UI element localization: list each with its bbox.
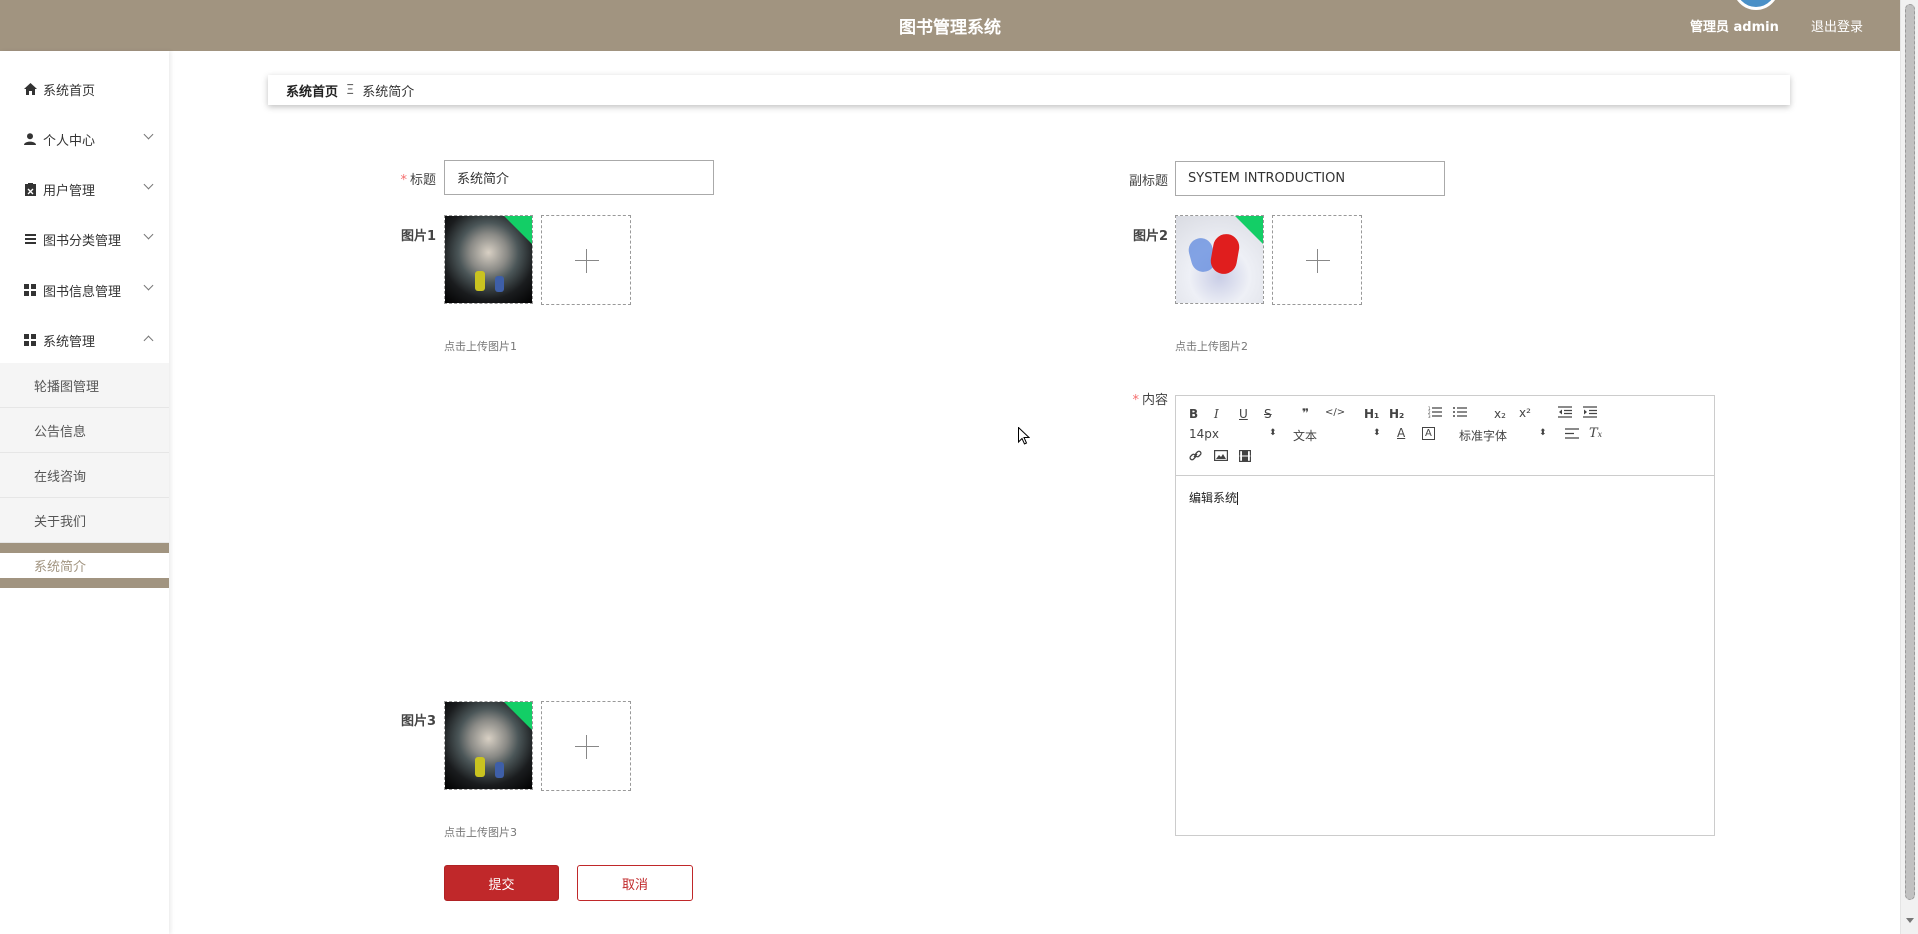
- title-input[interactable]: 系统简介: [444, 160, 714, 195]
- indent-icon[interactable]: [1583, 406, 1597, 421]
- font-color-icon[interactable]: A: [1397, 426, 1405, 440]
- list-bullet-icon[interactable]: [1453, 406, 1467, 421]
- grid-icon: [23, 283, 37, 297]
- align-left-icon[interactable]: [1565, 428, 1579, 442]
- submit-button[interactable]: 提交: [444, 865, 559, 901]
- person-icon: [23, 132, 37, 146]
- sub-item-label: 公告信息: [34, 424, 87, 440]
- avatar[interactable]: [1733, 0, 1779, 10]
- sidebar-sub-item-carousel[interactable]: 轮播图管理: [0, 363, 169, 408]
- current-user: 管理员 admin: [1690, 20, 1779, 35]
- superscript-button[interactable]: x²: [1519, 406, 1531, 420]
- italic-button[interactable]: I: [1214, 407, 1219, 421]
- subtitle-label: 副标题: [1128, 174, 1168, 189]
- breadcrumb-current: 系统简介: [362, 84, 415, 100]
- sidebar-sub-item-about[interactable]: 关于我们: [0, 498, 169, 543]
- pic3-label: 图片3: [400, 714, 436, 729]
- chevron-down-icon: [143, 129, 154, 140]
- page-scrollbar[interactable]: [1900, 0, 1918, 934]
- chevron-down-icon: [143, 229, 154, 240]
- blockquote-button[interactable]: ❞: [1302, 406, 1309, 420]
- chevron-down-icon: [143, 280, 154, 291]
- list-ordered-icon[interactable]: 123: [1428, 406, 1442, 421]
- select-caret-icon: ⬍: [1539, 428, 1547, 438]
- clipboard-icon: [23, 182, 37, 196]
- editor-toolbar: B I U S ❞ </> H₁ H₂ 123 x₂ x² 14px ⬍ 文本 …: [1176, 396, 1714, 476]
- image-icon[interactable]: [1214, 450, 1229, 464]
- select-caret-icon: ⬍: [1269, 428, 1277, 438]
- home-icon: [23, 82, 37, 96]
- sidebar-item-personal[interactable]: 个人中心: [0, 114, 169, 164]
- pic2-upload-button[interactable]: [1272, 215, 1362, 305]
- cancel-button[interactable]: 取消: [577, 865, 693, 901]
- clear-format-icon[interactable]: Tx: [1589, 426, 1602, 441]
- pic1-thumbnail[interactable]: [444, 215, 533, 304]
- outdent-icon[interactable]: [1558, 406, 1572, 421]
- list-icon: [23, 232, 37, 246]
- pic3-hint: 点击上传图片3: [444, 826, 517, 839]
- scrollbar-thumb[interactable]: [1905, 4, 1915, 900]
- bold-button[interactable]: B: [1189, 407, 1198, 421]
- sub-item-label: 在线咨询: [34, 469, 87, 485]
- sidebar-sub-item-intro[interactable]: 系统简介: [0, 543, 169, 588]
- pic2-label: 图片2: [1132, 229, 1168, 244]
- header2-button[interactable]: H₂: [1389, 407, 1404, 421]
- font-size-select[interactable]: 14px ⬍: [1189, 427, 1277, 441]
- sidebar: 系统首页 个人中心 用户管理 图书分类管理 图书信息管理 系统管理 轮播图管理 …: [0, 51, 169, 934]
- sidebar-item-label: 系统首页: [43, 83, 96, 99]
- svg-text:3: 3: [1428, 414, 1431, 418]
- mouse-pointer-icon: [1018, 427, 1030, 445]
- top-header: 图书管理系统 管理员 admin 退出登录: [0, 0, 1900, 51]
- subtitle-input[interactable]: SYSTEM INTRODUCTION: [1175, 161, 1445, 196]
- logout-link[interactable]: 退出登录: [1811, 16, 1863, 35]
- grid-icon: [23, 333, 37, 347]
- sidebar-item-label: 图书分类管理: [43, 233, 122, 249]
- sidebar-item-system[interactable]: 系统管理: [0, 315, 169, 365]
- pic2-thumbnail[interactable]: [1175, 215, 1264, 304]
- select-caret-icon: ⬍: [1373, 428, 1381, 438]
- sidebar-item-label: 用户管理: [43, 183, 96, 199]
- pic3-thumbnail[interactable]: [444, 701, 533, 790]
- chevron-down-icon: [143, 179, 154, 190]
- rich-text-editor[interactable]: B I U S ❞ </> H₁ H₂ 123 x₂ x² 14px ⬍ 文本 …: [1175, 395, 1715, 836]
- sidebar-item-label: 个人中心: [43, 133, 96, 149]
- subscript-button[interactable]: x₂: [1494, 407, 1506, 421]
- scroll-down-icon[interactable]: [1906, 918, 1914, 923]
- sidebar-item-book-info[interactable]: 图书信息管理: [0, 265, 169, 315]
- pic1-label: 图片1: [400, 229, 436, 244]
- link-icon[interactable]: [1189, 449, 1202, 465]
- sidebar-item-home[interactable]: 系统首页: [0, 64, 169, 114]
- strike-button[interactable]: S: [1264, 407, 1272, 421]
- underline-button[interactable]: U: [1239, 407, 1248, 421]
- content-label: * 内容: [1132, 393, 1168, 408]
- sub-item-label: 关于我们: [34, 514, 87, 530]
- sub-item-label: 轮播图管理: [34, 379, 100, 395]
- sidebar-item-label: 系统管理: [43, 334, 96, 350]
- code-block-button[interactable]: </>: [1325, 407, 1345, 418]
- header1-button[interactable]: H₁: [1364, 407, 1379, 421]
- breadcrumb-separator: Ξ: [346, 82, 355, 98]
- pic3-upload-button[interactable]: [541, 701, 631, 791]
- pic2-hint: 点击上传图片2: [1175, 340, 1248, 353]
- breadcrumb: 系统首页 Ξ 系统简介: [268, 75, 1790, 105]
- paragraph-select[interactable]: 文本 ⬍: [1293, 427, 1381, 444]
- font-family-select[interactable]: 标准字体 ⬍: [1459, 427, 1547, 444]
- sidebar-item-label: 图书信息管理: [43, 284, 122, 300]
- sub-item-label: 系统简介: [34, 560, 87, 575]
- breadcrumb-home[interactable]: 系统首页: [286, 81, 338, 100]
- sidebar-item-users[interactable]: 用户管理: [0, 164, 169, 214]
- background-color-icon[interactable]: A: [1422, 427, 1435, 440]
- video-icon[interactable]: [1239, 450, 1252, 465]
- pic1-upload-button[interactable]: [541, 215, 631, 305]
- chevron-up-icon: [143, 335, 154, 346]
- title-label: * 标题: [400, 173, 436, 188]
- sidebar-item-book-category[interactable]: 图书分类管理: [0, 214, 169, 264]
- pic1-hint: 点击上传图片1: [444, 340, 517, 353]
- sidebar-sub-item-consult[interactable]: 在线咨询: [0, 453, 169, 498]
- app-title: 图书管理系统: [899, 18, 1001, 38]
- sidebar-sub-item-notice[interactable]: 公告信息: [0, 408, 169, 453]
- editor-content[interactable]: 编辑系统: [1189, 489, 1239, 506]
